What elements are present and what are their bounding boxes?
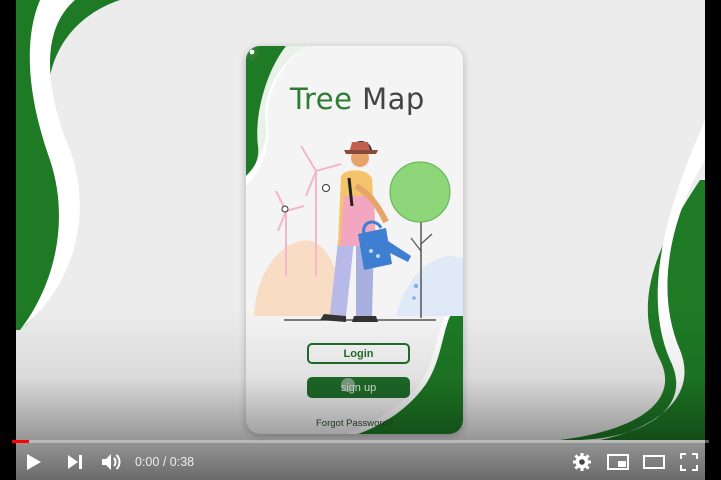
app-title-map: Map	[362, 82, 425, 116]
app-title: Tree Map	[290, 82, 425, 116]
map-pin-icon	[246, 46, 258, 62]
current-time: 0:00	[135, 455, 160, 469]
miniplayer-icon[interactable]	[607, 454, 629, 470]
app-title-tree: Tree	[290, 82, 353, 116]
time-display: 0:00 / 0:38	[135, 455, 194, 469]
volume-icon[interactable]	[101, 452, 123, 472]
forgot-password-link[interactable]: Forgot Password?	[316, 418, 393, 429]
login-button[interactable]: Login	[307, 343, 410, 364]
time-separator: /	[159, 455, 170, 469]
fullscreen-icon[interactable]	[680, 453, 698, 471]
next-icon[interactable]	[67, 454, 83, 470]
settings-icon[interactable]	[573, 453, 591, 471]
signup-button[interactable]: sign up	[307, 377, 410, 398]
video-frame[interactable]: Tree Map Login sign up Forgot Password? …	[0, 0, 721, 480]
player-controls: 0:00 / 0:38	[0, 446, 721, 480]
duration: 0:38	[169, 455, 195, 469]
progress-bar[interactable]	[12, 440, 709, 443]
touch-indicator	[341, 378, 355, 392]
play-icon[interactable]	[26, 453, 42, 471]
theater-icon[interactable]	[643, 455, 665, 469]
phone-mockup: Tree Map Login sign up Forgot Password?	[246, 46, 463, 434]
progress-fill	[12, 440, 30, 443]
